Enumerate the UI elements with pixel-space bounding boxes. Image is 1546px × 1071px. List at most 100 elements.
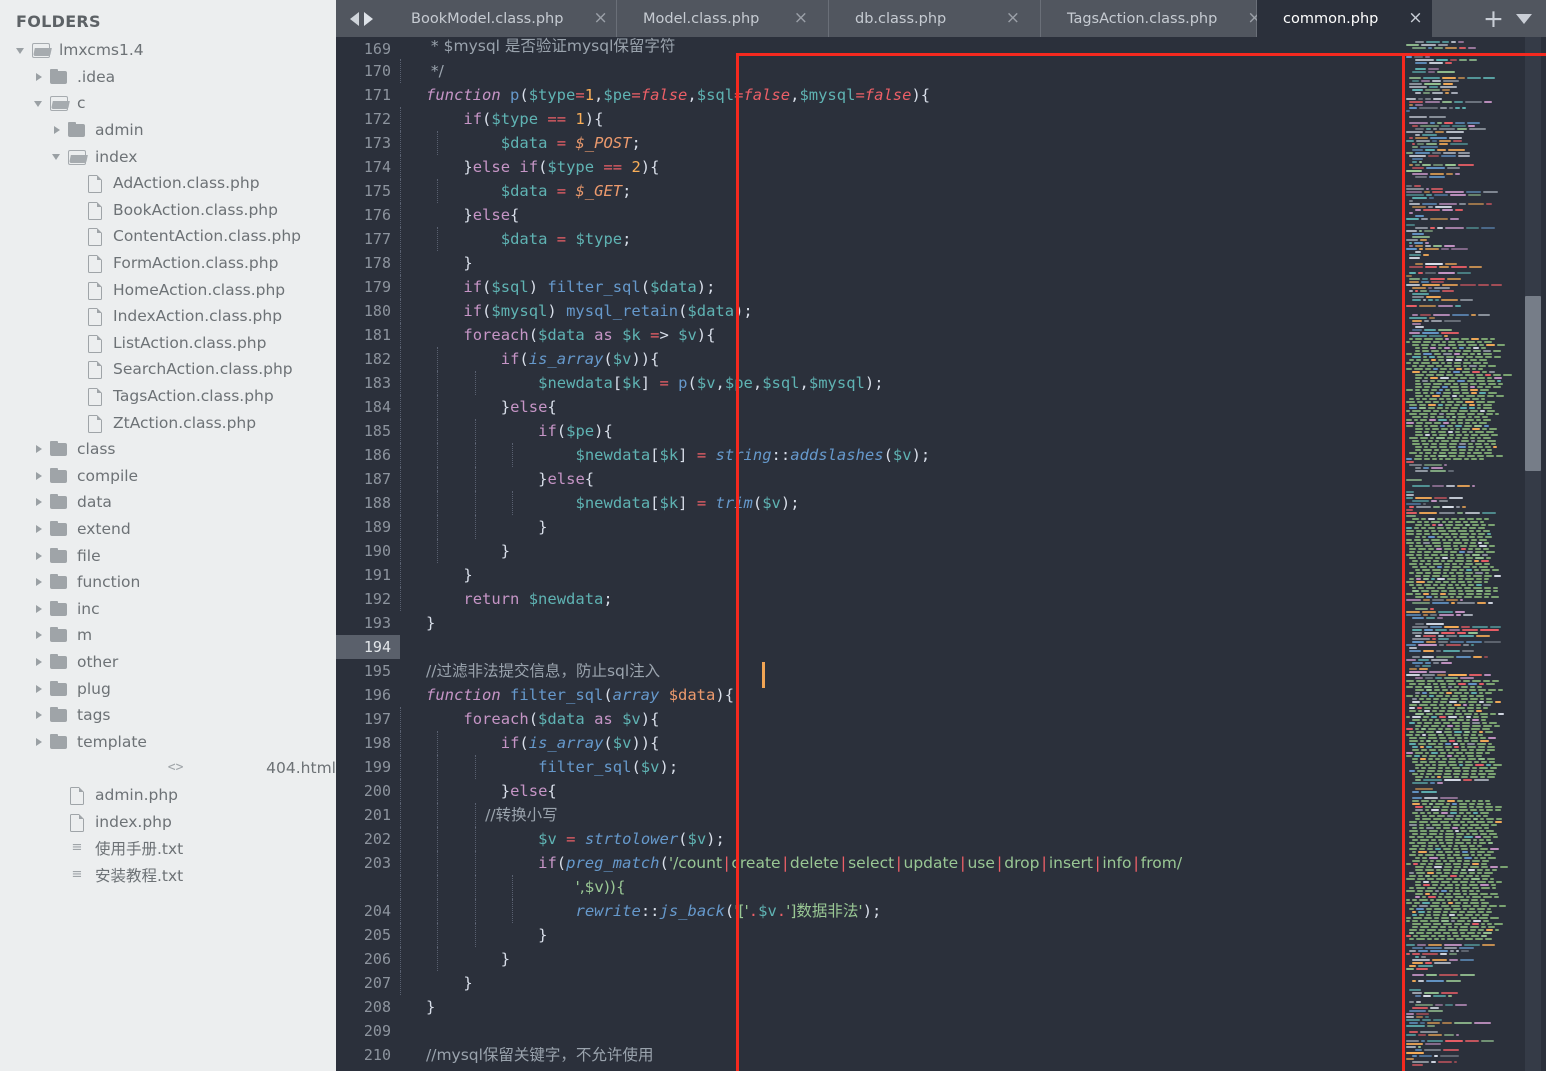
chevron-down-icon[interactable] (14, 43, 28, 57)
code-line[interactable]: 211function mysql_retain($arr){ (336, 1067, 1546, 1071)
code-line[interactable]: 173 $data = $_POST; (336, 131, 1546, 155)
line-number[interactable]: 184 (336, 395, 400, 419)
tree-item[interactable]: extend (0, 516, 336, 543)
line-number[interactable]: 201 (336, 803, 400, 827)
code-line[interactable]: 199 filter_sql($v); (336, 755, 1546, 779)
tree-item[interactable]: index (0, 143, 336, 170)
line-text[interactable]: */ (400, 59, 1546, 83)
code-line[interactable]: 170 */ (336, 59, 1546, 83)
close-icon[interactable]: × (1408, 10, 1422, 27)
line-text[interactable]: $data = $_POST; (400, 131, 1546, 155)
tree-item[interactable]: ZtAction.class.php (0, 409, 336, 436)
tabs-container[interactable]: BookModel.class.php × Model.class.php × db.c… (385, 0, 1432, 37)
code-line[interactable]: 187 }else{ (336, 467, 1546, 491)
code-line[interactable]: 179 if($sql) filter_sql($data); (336, 275, 1546, 299)
line-number[interactable]: 192 (336, 587, 400, 611)
line-number[interactable]: 209 (336, 1019, 400, 1043)
code-line[interactable]: 182 if(is_array($v)){ (336, 347, 1546, 371)
line-text[interactable]: if($type == 1){ (400, 107, 1546, 131)
tree-item[interactable]: compile (0, 463, 336, 490)
tree-item[interactable]: TagsAction.class.php (0, 383, 336, 410)
code-line[interactable]: 172 if($type == 1){ (336, 107, 1546, 131)
chevron-right-icon[interactable] (32, 495, 46, 509)
line-number[interactable]: 197 (336, 707, 400, 731)
close-icon[interactable]: × (1006, 10, 1020, 27)
chevron-down-icon[interactable] (1516, 13, 1532, 24)
code-line[interactable]: 184 }else{ (336, 395, 1546, 419)
line-text[interactable]: function filter_sql(array $data){ (400, 683, 1546, 707)
line-number[interactable]: 170 (336, 59, 400, 83)
tree-item[interactable]: IndexAction.class.php (0, 303, 336, 330)
line-number[interactable]: 190 (336, 539, 400, 563)
line-text[interactable]: return $newdata; (400, 587, 1546, 611)
tab-actions[interactable]: + (1473, 0, 1546, 37)
line-number[interactable]: 181 (336, 323, 400, 347)
code-line[interactable]: 206 } (336, 947, 1546, 971)
line-text[interactable]: if(is_array($v)){ (400, 731, 1546, 755)
code-line[interactable]: 204 rewrite::js_back('['.$v.']数据非法'); (336, 899, 1546, 923)
line-text[interactable]: $data = $type; (400, 227, 1546, 251)
tree-item[interactable]: file (0, 542, 336, 569)
line-number[interactable]: 191 (336, 563, 400, 587)
code-line[interactable]: 197 foreach($data as $v){ (336, 707, 1546, 731)
code-line[interactable]: 188 $newdata[$k] = trim($v); (336, 491, 1546, 515)
chevron-right-icon[interactable] (32, 708, 46, 722)
line-number[interactable]: 188 (336, 491, 400, 515)
tree-item[interactable]: data (0, 489, 336, 516)
tab-db-class-php[interactable]: db.class.php × (829, 0, 1041, 37)
line-text[interactable]: foreach($data as $v){ (400, 707, 1546, 731)
code-line[interactable]: 196 function filter_sql(array $data){ (336, 683, 1546, 707)
line-number[interactable]: 186 (336, 443, 400, 467)
close-icon[interactable]: × (794, 10, 808, 27)
line-number[interactable]: 195 (336, 659, 400, 683)
code-minimap[interactable] (1402, 37, 1520, 1071)
triangle-right-icon[interactable] (364, 11, 373, 26)
vertical-scrollbar[interactable] (1520, 37, 1546, 1071)
line-number[interactable]: 178 (336, 251, 400, 275)
line-text[interactable]: } (400, 947, 1546, 971)
tab-bookmodel-class-php[interactable]: BookModel.class.php × (385, 0, 617, 37)
code-line[interactable]: 205 } (336, 923, 1546, 947)
tree-item[interactable]: AdAction.class.php (0, 170, 336, 197)
chevron-right-icon[interactable] (50, 123, 64, 137)
chevron-right-icon[interactable] (32, 655, 46, 669)
line-text[interactable]: $newdata[$k] = trim($v); (400, 491, 1546, 515)
line-number[interactable]: 176 (336, 203, 400, 227)
line-number[interactable]: 207 (336, 971, 400, 995)
chevron-right-icon[interactable] (32, 628, 46, 642)
tree-item[interactable]: function (0, 569, 336, 596)
line-text[interactable]: } (400, 611, 1546, 635)
chevron-down-icon[interactable] (32, 96, 46, 110)
tree-item[interactable]: <> 404.html (0, 755, 336, 782)
close-icon[interactable]: × (593, 10, 607, 27)
line-number[interactable]: 183 (336, 371, 400, 395)
line-number[interactable]: 172 (336, 107, 400, 131)
code-line[interactable]: 203 if(preg_match('/count|create|delete|… (336, 851, 1546, 875)
tree-item[interactable]: HomeAction.class.php (0, 276, 336, 303)
line-text[interactable]: } (400, 971, 1546, 995)
tree-item[interactable]: index.php (0, 808, 336, 835)
line-number[interactable]: 205 (336, 923, 400, 947)
chevron-down-icon[interactable] (50, 150, 64, 164)
chevron-right-icon[interactable] (32, 602, 46, 616)
code-lines[interactable]: 170 */171 function p($type=1,$pe=false,$s… (336, 59, 1546, 1071)
line-text[interactable]: $data = $_GET; (400, 179, 1546, 203)
line-number[interactable]: 189 (336, 515, 400, 539)
line-text[interactable]: if($sql) filter_sql($data); (400, 275, 1546, 299)
line-text[interactable]: }else{ (400, 467, 1546, 491)
tree-item[interactable]: BookAction.class.php (0, 197, 336, 224)
triangle-left-icon[interactable] (350, 11, 359, 26)
tree-item[interactable]: admin.php (0, 782, 336, 809)
code-line[interactable]: 207 } (336, 971, 1546, 995)
line-number[interactable]: 193 (336, 611, 400, 635)
code-line[interactable]: 194 (336, 635, 1546, 659)
tab-nav-arrows[interactable] (336, 0, 385, 37)
chevron-right-icon[interactable] (32, 549, 46, 563)
code-line[interactable]: 191 } (336, 563, 1546, 587)
code-line[interactable]: 201 //转换小写 (336, 803, 1546, 827)
line-number[interactable]: 174 (336, 155, 400, 179)
code-line[interactable]: 190 } (336, 539, 1546, 563)
tree-item[interactable]: SearchAction.class.php (0, 356, 336, 383)
code-line[interactable]: ',$v)){ (336, 875, 1546, 899)
line-number[interactable]: 208 (336, 995, 400, 1019)
